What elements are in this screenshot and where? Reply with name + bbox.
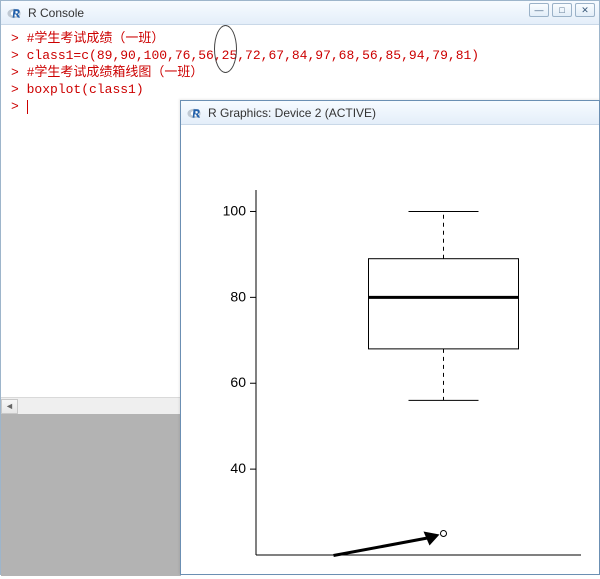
svg-text:40: 40	[230, 460, 246, 476]
console-line: > class1=c(89,90,100,76,56,25,72,67,84,9…	[11, 47, 589, 64]
text-cursor	[27, 100, 28, 114]
console-line: > #学生考试成绩（一班）	[11, 30, 589, 47]
window-controls: — □ ✕	[529, 3, 595, 17]
r-graphics-window: R Graphics: Device 2 (ACTIVE) 40 60 80 100	[180, 100, 600, 575]
scroll-left-icon[interactable]: ◄	[1, 399, 18, 414]
h-scrollbar[interactable]: ◄	[1, 397, 181, 414]
console-titlebar[interactable]: R Console — □ ✕	[1, 1, 599, 25]
r-logo-icon	[7, 5, 22, 20]
mdi-background	[1, 414, 181, 576]
svg-text:60: 60	[230, 374, 246, 390]
svg-text:80: 80	[230, 288, 246, 304]
boxplot-plot: 40 60 80 100	[181, 125, 599, 574]
console-line: > boxplot(class1)	[11, 81, 589, 98]
r-logo-icon	[187, 105, 202, 120]
console-title: R Console	[28, 6, 84, 20]
minimize-button[interactable]: —	[529, 3, 549, 17]
graphics-title: R Graphics: Device 2 (ACTIVE)	[208, 106, 376, 120]
close-button[interactable]: ✕	[575, 3, 595, 17]
graphics-titlebar[interactable]: R Graphics: Device 2 (ACTIVE)	[181, 101, 599, 125]
boxplot-svg: 40 60 80 100	[181, 125, 600, 576]
console-line: > #学生考试成绩箱线图（一班）	[11, 64, 589, 81]
maximize-button[interactable]: □	[552, 3, 572, 17]
svg-text:100: 100	[223, 202, 247, 218]
